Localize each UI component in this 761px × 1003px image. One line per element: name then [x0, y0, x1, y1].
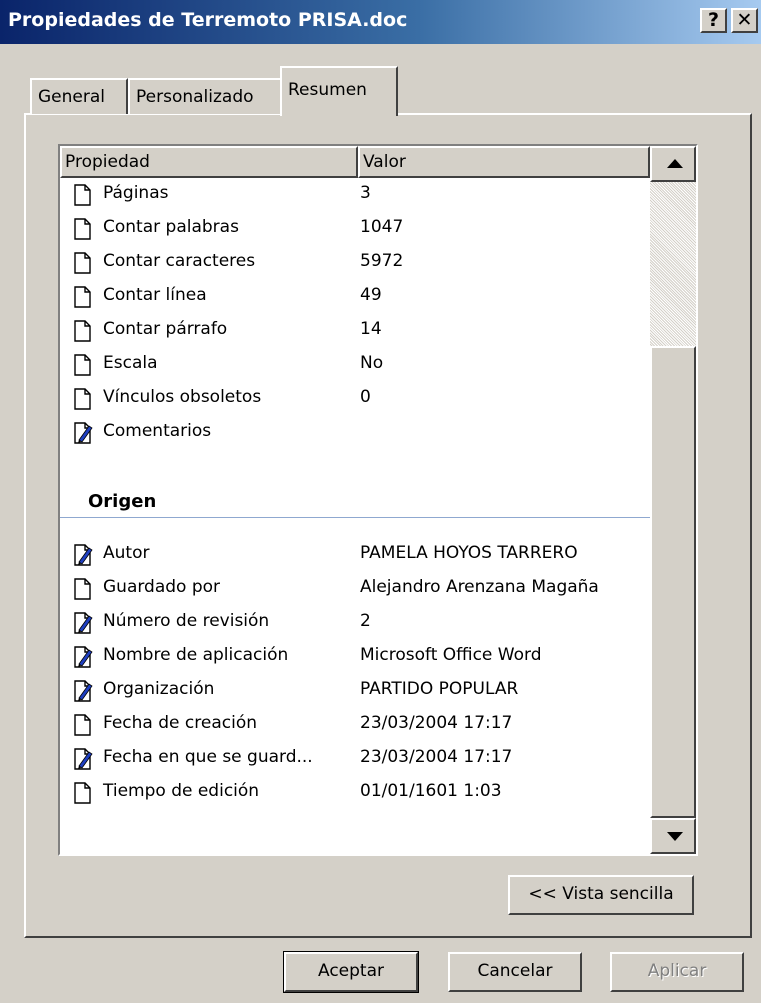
scroll-thumb[interactable] [650, 346, 696, 818]
property-value: No [360, 353, 384, 373]
property-value: 49 [360, 285, 382, 305]
edit-document-icon [72, 747, 94, 771]
arrow-down-icon [667, 832, 683, 841]
property-name: Nombre de aplicación [103, 645, 289, 665]
scroll-down-button[interactable] [650, 818, 696, 854]
document-icon [72, 217, 94, 241]
property-row[interactable]: Comentarios [60, 416, 650, 450]
document-icon [72, 353, 94, 377]
properties-dialog: Propiedades de Terremoto PRISA.doc ? ✕ G… [0, 0, 761, 1003]
column-header-property[interactable]: Propiedad [60, 146, 358, 178]
edit-document-icon [72, 645, 94, 669]
property-name: Escala [103, 353, 158, 373]
property-row[interactable]: Páginas 3 [60, 178, 650, 212]
property-name: Fecha de creación [103, 713, 257, 733]
property-name: Contar párrafo [103, 319, 228, 339]
property-name: Número de revisión [103, 611, 270, 631]
edit-document-icon [72, 611, 94, 635]
properties-list[interactable]: Propiedad Valor Páginas 3 Contar palabras 1… [58, 144, 698, 856]
simple-view-button[interactable]: << Vista sencilla [508, 875, 694, 915]
document-icon [72, 713, 94, 737]
property-row[interactable]: Contar párrafo 14 [60, 314, 650, 348]
scroll-up-button[interactable] [650, 146, 696, 182]
tab-custom[interactable]: Personalizado [128, 78, 282, 114]
property-value: PAMELA HOYOS TARRERO [360, 543, 578, 563]
tab-summary[interactable]: Resumen [280, 66, 398, 116]
property-name: Fecha en que se guard... [103, 747, 313, 767]
property-row[interactable]: Tiempo de edición 01/01/1601 1:03 [60, 776, 650, 810]
document-icon [72, 781, 94, 805]
property-row[interactable]: Nombre de aplicación Microsoft Office Wor… [60, 640, 650, 674]
property-value: 2 [360, 611, 371, 631]
property-row[interactable]: Organización PARTIDO POPULAR [60, 674, 650, 708]
property-row[interactable]: Contar palabras 1047 [60, 212, 650, 246]
help-button[interactable]: ? [700, 8, 727, 33]
property-name: Vínculos obsoletos [103, 387, 262, 407]
property-value: 23/03/2004 17:17 [360, 713, 513, 733]
property-row[interactable]: Número de revisión 2 [60, 606, 650, 640]
property-name: Guardado por [103, 577, 221, 597]
property-row[interactable]: Guardado por Alejandro Arenzana Magaña [60, 572, 650, 606]
group-divider [60, 517, 650, 518]
property-name: Organización [103, 679, 215, 699]
property-row[interactable]: Autor PAMELA HOYOS TARRERO [60, 538, 650, 572]
property-name: Tiempo de edición [103, 781, 260, 801]
property-value: 1047 [360, 217, 404, 237]
arrow-up-icon [667, 159, 683, 168]
close-button[interactable]: ✕ [731, 8, 758, 33]
property-name: Contar caracteres [103, 251, 256, 271]
edit-document-icon [72, 679, 94, 703]
property-value: Microsoft Office Word [360, 645, 542, 665]
edit-document-icon [72, 543, 94, 567]
tab-general[interactable]: General [30, 78, 128, 114]
apply-button[interactable]: Aplicar [610, 952, 744, 992]
property-value: 23/03/2004 17:17 [360, 747, 513, 767]
property-name: Autor [103, 543, 150, 563]
document-icon [72, 183, 94, 207]
column-header-value[interactable]: Valor [358, 146, 650, 178]
document-icon [72, 251, 94, 275]
property-row[interactable]: Contar caracteres 5972 [60, 246, 650, 280]
vertical-scrollbar[interactable] [650, 146, 696, 854]
property-name: Comentarios [103, 421, 212, 441]
title-bar[interactable]: Propiedades de Terremoto PRISA.doc ? ✕ [0, 0, 761, 44]
property-value: 5972 [360, 251, 404, 271]
property-name: Contar palabras [103, 217, 239, 237]
property-name: Páginas [103, 183, 169, 203]
document-icon [72, 285, 94, 309]
property-row[interactable]: Fecha de creación 23/03/2004 17:17 [60, 708, 650, 742]
ok-button[interactable]: Aceptar [283, 951, 419, 993]
property-row[interactable]: Vínculos obsoletos 0 [60, 382, 650, 416]
document-icon [72, 387, 94, 411]
document-icon [72, 577, 94, 601]
property-row[interactable]: Escala No [60, 348, 650, 382]
cancel-button[interactable]: Cancelar [448, 952, 582, 992]
property-value: 0 [360, 387, 371, 407]
property-name: Contar línea [103, 285, 207, 305]
document-icon [72, 319, 94, 343]
window-title: Propiedades de Terremoto PRISA.doc [8, 9, 408, 31]
property-value: 3 [360, 183, 371, 203]
property-value: PARTIDO POPULAR [360, 679, 519, 699]
property-value: 01/01/1601 1:03 [360, 781, 502, 801]
property-row[interactable]: Contar línea 49 [60, 280, 650, 314]
property-row[interactable]: Fecha en que se guard... 23/03/2004 17:17 [60, 742, 650, 776]
edit-document-icon [72, 421, 94, 445]
group-label-origin: Origen [88, 491, 157, 512]
property-value: 14 [360, 319, 382, 339]
property-value: Alejandro Arenzana Magaña [360, 577, 599, 597]
